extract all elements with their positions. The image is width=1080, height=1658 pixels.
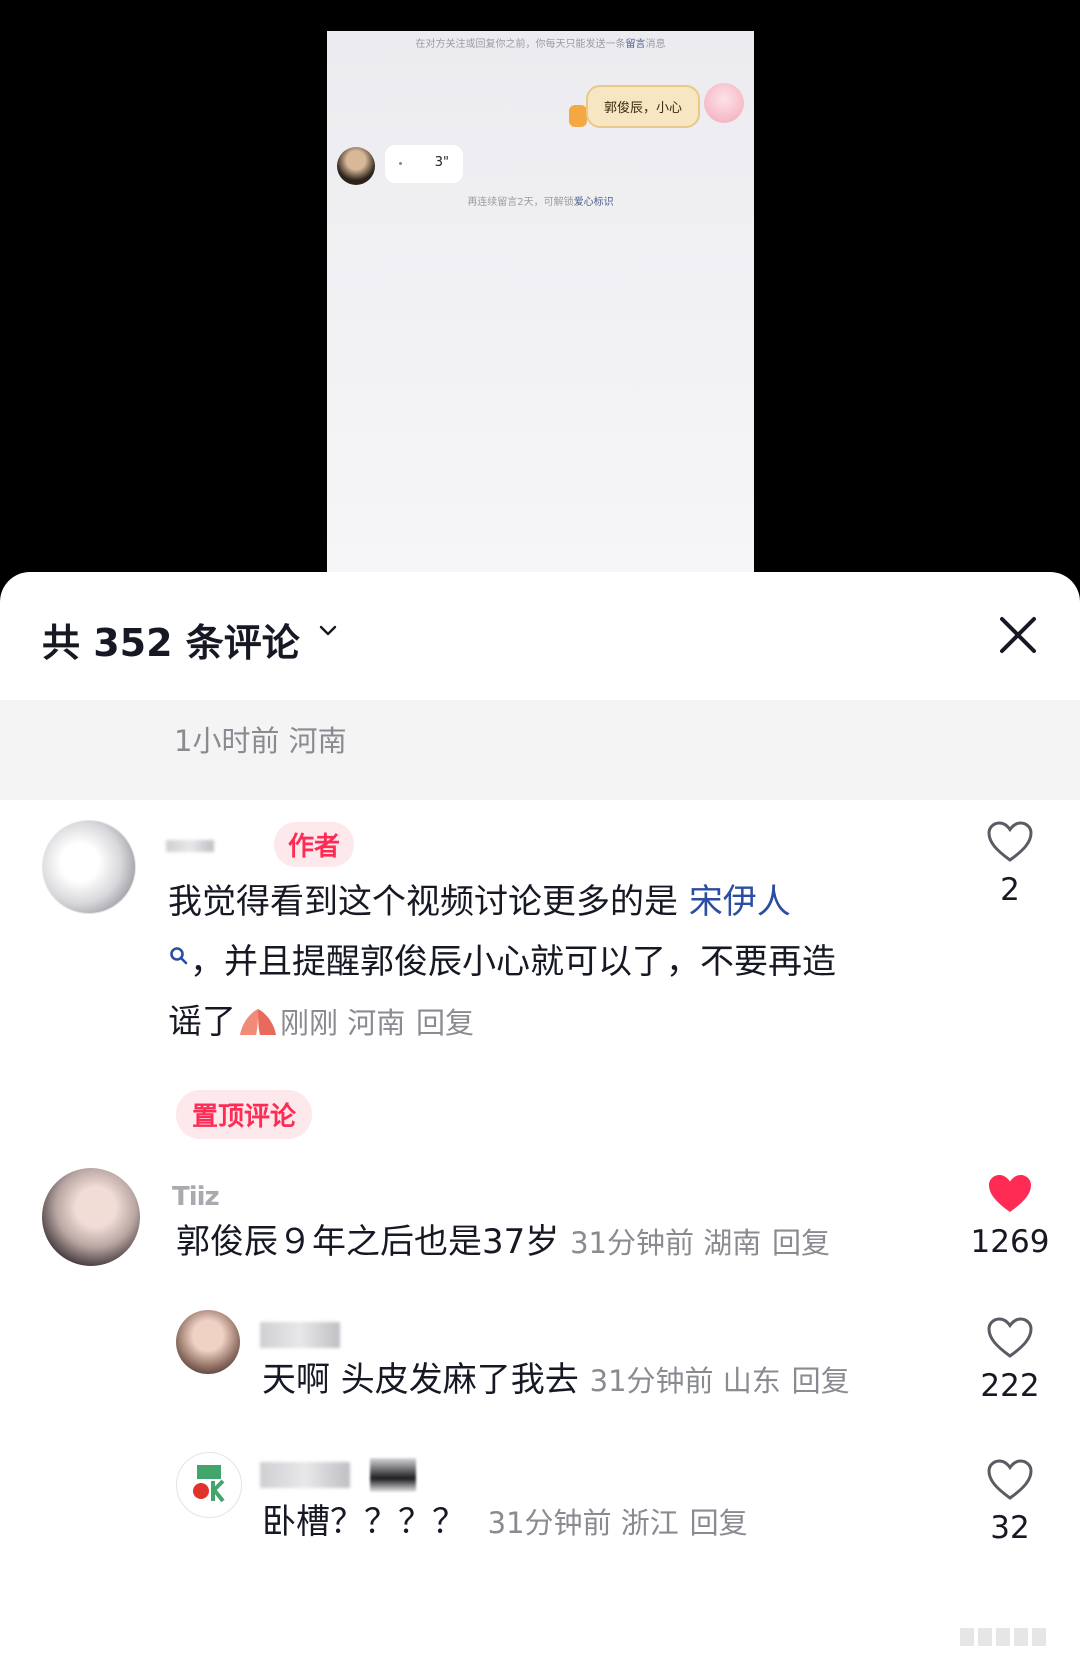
voice-length: 3" — [434, 155, 449, 170]
search-icon[interactable] — [168, 945, 190, 967]
panel-header: 共 352 条评论 — [0, 572, 1080, 700]
list-item: 作者 我觉得看到这个视频讨论更多的是 宋伊人 ，并且提醒郭俊辰小心就可以了，不要再… — [0, 820, 1080, 1139]
like-count: 222 — [980, 1368, 1040, 1404]
author-badge: 作者 — [274, 822, 355, 867]
dm-screenshot: 在对方关注或回复你之前，你每天只能发送一条留言消息 郭俊辰，小心 3" 再连续留… — [327, 31, 754, 575]
apple-logo-icon — [193, 1465, 225, 1503]
dm-streak-hint: 再连续留言2天，可解锁爱心标识 — [327, 193, 754, 208]
reply-button[interactable]: 回复 — [416, 1006, 474, 1040]
dm-hint-text: 再连续留言2天，可解锁 — [467, 197, 574, 208]
sent-message-bubble: 郭俊辰，小心 — [585, 85, 700, 128]
name-emoji-icon — [370, 1458, 416, 1492]
dm-notice-suffix: 消息 — [645, 39, 666, 50]
comment-meta: 刚刚 河南 — [280, 1006, 406, 1040]
list-item: 卧槽？？？？ 31分钟前 浙江 回复 32 — [0, 1452, 1080, 1572]
heart-filled-icon — [989, 1175, 1031, 1212]
video-area[interactable]: 在对方关注或回复你之前，你每天只能发送一条留言消息 郭俊辰，小心 3" 再连续留… — [0, 0, 1080, 575]
avatar[interactable] — [176, 1310, 240, 1374]
username[interactable]: Tı̇ı̇z — [172, 1182, 220, 1212]
sender-avatar — [704, 83, 744, 123]
pinned-badge: 置顶评论 — [176, 1090, 313, 1139]
voice-message-bubble: 3" — [385, 145, 463, 183]
dm-limit-notice: 在对方关注或回复你之前，你每天只能发送一条留言消息 — [327, 35, 754, 50]
chevron-down-icon[interactable] — [316, 618, 340, 642]
list-item: Tı̇ı̇z 郭俊辰９年之后也是37岁 31分钟前 湖南 回复 1269 — [0, 1168, 1080, 1288]
comment-text[interactable]: 天啊 头皮发麻了我去 31分钟前 山东 回复 — [262, 1350, 942, 1411]
highlighted-comment-row[interactable]: 1小时前 河南 — [0, 700, 1080, 800]
close-icon[interactable] — [998, 615, 1038, 655]
list-item: 天啊 头皮发麻了我去 31分钟前 山东 回复 222 — [0, 1310, 1080, 1430]
like-count: 2 — [1000, 872, 1020, 908]
heart-outline-icon — [987, 1317, 1033, 1358]
pray-emoji-icon — [240, 1009, 276, 1035]
reply-button[interactable]: 回复 — [792, 1364, 850, 1398]
username[interactable] — [260, 1322, 340, 1348]
mention-link[interactable]: 宋伊人 — [689, 882, 791, 922]
comment-meta: 31分钟前 浙江 — [487, 1506, 679, 1540]
comment-text[interactable]: 郭俊辰９年之后也是37岁 31分钟前 湖南 回复 — [176, 1212, 936, 1273]
like-button[interactable]: 32 — [960, 1458, 1060, 1546]
like-button[interactable]: 1269 — [960, 1172, 1060, 1260]
comment-text-part: 郭俊辰９年之后也是37岁 — [176, 1222, 560, 1262]
avatar[interactable] — [176, 1452, 242, 1518]
comment-text[interactable]: 我觉得看到这个视频讨论更多的是 宋伊人 ，并且提醒郭俊辰小心就可以了，不要再造谣了… — [168, 872, 868, 1053]
comment-meta: 31分钟前 湖南 — [570, 1226, 762, 1260]
like-button[interactable]: 2 — [960, 820, 1060, 908]
like-count: 32 — [990, 1510, 1030, 1546]
username[interactable] — [260, 1462, 350, 1488]
dm-hint-link: 爱心标识 — [573, 197, 614, 208]
dm-notice-text: 在对方关注或回复你之前，你每天只能发送一条 — [415, 39, 626, 50]
comment-text-part: 天啊 头皮发麻了我去 — [262, 1360, 579, 1400]
comment-count-title[interactable]: 共 352 条评论 — [42, 612, 300, 667]
like-button[interactable]: 222 — [960, 1316, 1060, 1404]
sticker-decoration-icon — [569, 105, 587, 127]
voice-wave-icon — [399, 162, 402, 165]
heart-outline-icon — [987, 821, 1033, 862]
comment-text-part: 卧槽？？？？ — [262, 1502, 466, 1542]
reply-button[interactable]: 回复 — [690, 1506, 748, 1540]
reply-button[interactable]: 回复 — [772, 1226, 830, 1260]
comment-panel: 共 352 条评论 1小时前 河南 作者 我觉得看到这个视频讨论更多的是 宋伊人… — [0, 572, 1080, 1658]
comment-text-part: 我觉得看到这个视频讨论更多的是 — [168, 882, 689, 922]
comment-meta: 1小时前 河南 — [174, 724, 347, 758]
heart-outline-icon — [987, 1459, 1033, 1500]
like-count: 1269 — [970, 1224, 1050, 1260]
comment-meta: 31分钟前 山东 — [589, 1364, 781, 1398]
watermark-logo — [960, 1628, 1070, 1650]
dm-notice-link: 留言 — [625, 39, 646, 50]
avatar[interactable] — [42, 1168, 140, 1266]
receiver-avatar — [337, 147, 375, 185]
avatar[interactable] — [42, 820, 136, 914]
comment-text[interactable]: 卧槽？？？？ 31分钟前 浙江 回复 — [262, 1492, 942, 1553]
username[interactable] — [166, 840, 214, 852]
